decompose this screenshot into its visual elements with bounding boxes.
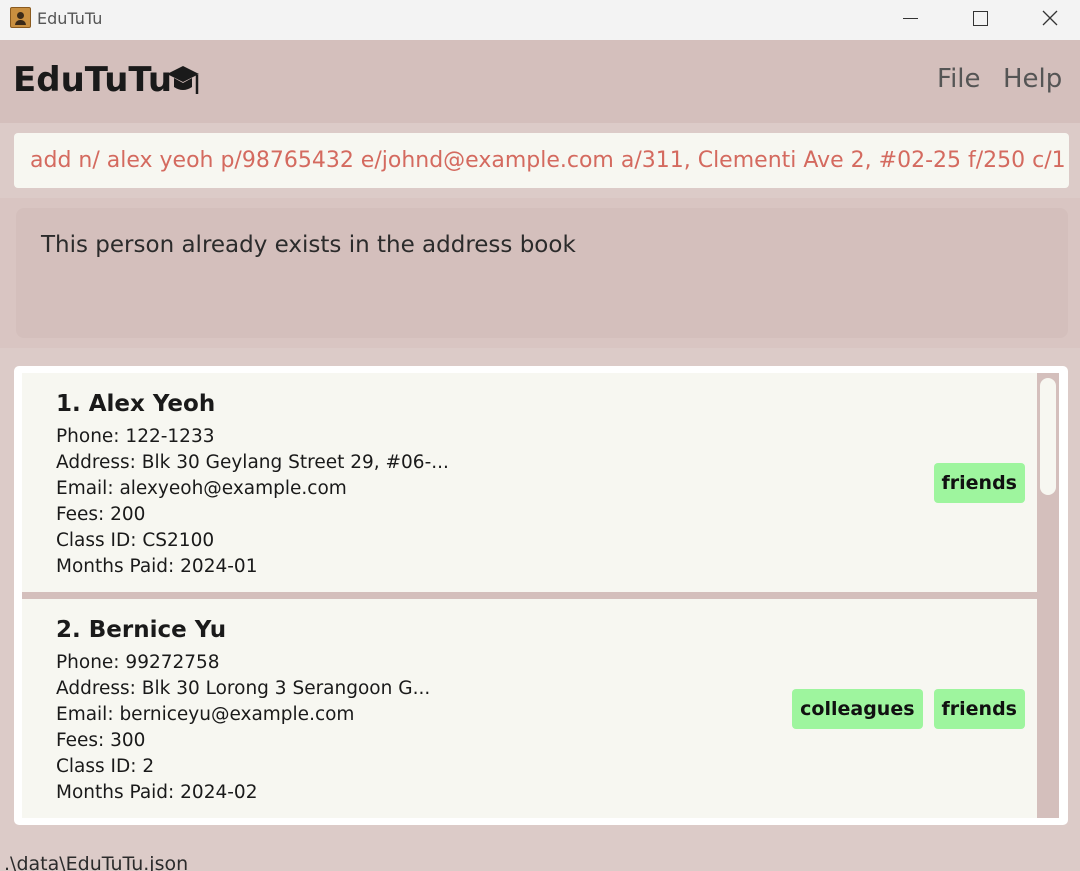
tag-colleagues: colleagues — [792, 689, 923, 729]
person-list[interactable]: 1. Alex Yeoh Phone: 122-1233 Address: Bl… — [14, 366, 1068, 825]
person-card[interactable]: 2. Bernice Yu Phone: 99272758 Address: B… — [22, 599, 1037, 818]
graduation-cap-icon — [167, 66, 199, 94]
command-input[interactable]: add n/ alex yeoh p/98765432 e/johnd@exam… — [14, 133, 1069, 188]
address-book-icon — [10, 7, 31, 28]
person-name: 2. Bernice Yu — [56, 617, 227, 643]
maximize-button[interactable] — [945, 0, 1015, 36]
result-display-container: This person already exists in the addres… — [0, 198, 1080, 348]
save-location-path: .\data\EduTuTu.json — [4, 853, 189, 871]
window-title: EduTuTu — [37, 9, 103, 28]
tag-friends: friends — [933, 689, 1025, 729]
app-header: EduTuTu File Help — [0, 40, 1080, 123]
minimize-icon — [902, 17, 918, 19]
person-class-id: Class ID: CS2100 — [56, 530, 215, 551]
close-icon — [1042, 10, 1058, 26]
window-titlebar: EduTuTu — [0, 0, 1080, 40]
scrollbar-thumb[interactable] — [1040, 378, 1056, 495]
menu-file[interactable]: File — [937, 64, 981, 94]
maximize-icon — [972, 10, 988, 26]
result-message: This person already exists in the addres… — [16, 208, 1068, 338]
close-button[interactable] — [1015, 0, 1080, 36]
brand-title: EduTuTu — [13, 60, 173, 100]
status-bar: .\data\EduTuTu.json — [0, 841, 1080, 871]
person-list-container: 1. Alex Yeoh Phone: 122-1233 Address: Bl… — [0, 352, 1080, 841]
menu-help[interactable]: Help — [1003, 64, 1062, 94]
person-months-paid: Months Paid: 2024-02 — [56, 782, 258, 803]
minimize-button[interactable] — [875, 0, 945, 36]
person-address: Address: Blk 30 Geylang Street 29, #06-.… — [56, 452, 449, 473]
person-class-id: Class ID: 2 — [56, 756, 155, 777]
command-box-container: add n/ alex yeoh p/98765432 e/johnd@exam… — [0, 123, 1080, 198]
person-tags: colleagues friends — [792, 689, 1025, 729]
person-fees: Fees: 300 — [56, 730, 146, 751]
person-months-paid: Months Paid: 2024-01 — [56, 556, 258, 577]
tag-friends: friends — [933, 463, 1025, 503]
person-phone: Phone: 122-1233 — [56, 426, 215, 447]
person-tags: friends — [933, 463, 1025, 503]
card-divider — [22, 592, 1037, 599]
person-fees: Fees: 200 — [56, 504, 146, 525]
person-name: 1. Alex Yeoh — [56, 391, 216, 417]
person-card[interactable]: 1. Alex Yeoh Phone: 122-1233 Address: Bl… — [22, 373, 1037, 592]
person-phone: Phone: 99272758 — [56, 652, 220, 673]
person-email: Email: alexyeoh@example.com — [56, 478, 347, 499]
